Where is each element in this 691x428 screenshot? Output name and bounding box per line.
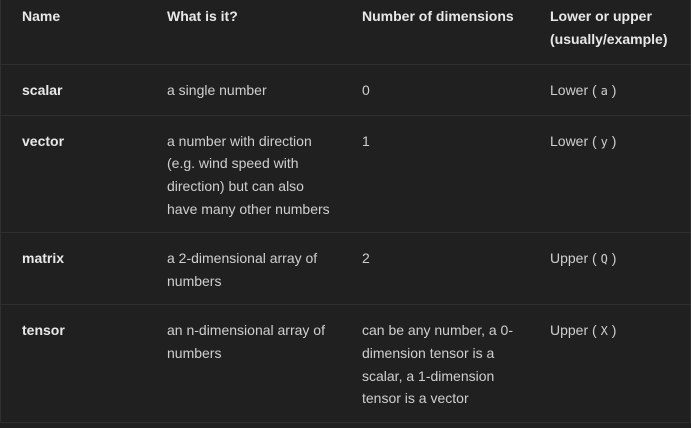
header-case: Lower or upper (usually/example) — [529, 0, 690, 66]
header-dimensions: Number of dimensions — [341, 0, 529, 66]
table-row: scalar a single number 0 Lower ( a ) — [1, 64, 690, 116]
cell-case: Lower ( a ) — [529, 64, 690, 116]
cell-case: Upper ( Q ) — [529, 232, 690, 306]
case-word: Lower — [550, 132, 589, 149]
cell-dimensions: 2 — [341, 232, 529, 306]
table-body: scalar a single number 0 Lower ( a ) vec… — [1, 64, 690, 423]
cell-dimensions: can be any number, a 0-dimension tensor … — [341, 304, 529, 423]
case-word: Upper — [550, 322, 589, 339]
cell-name: scalar — [1, 64, 146, 116]
cell-name: matrix — [1, 232, 146, 306]
table-row: matrix a 2-dimensional array of numbers … — [1, 232, 690, 306]
case-example-code: X — [600, 324, 608, 339]
cell-what: a 2-dimensional array of numbers — [146, 232, 341, 306]
cell-case: Upper ( X ) — [529, 304, 690, 423]
cell-what: a single number — [146, 64, 341, 116]
case-example-code: a — [600, 84, 608, 99]
cell-what: a number with direction (e.g. wind speed… — [146, 115, 341, 234]
table-header: Name What is it? Number of dimensions Lo… — [1, 0, 690, 66]
case-example-code: Q — [600, 252, 608, 267]
cell-dimensions: 0 — [341, 64, 529, 116]
cell-what: an n-dimensional array of numbers — [146, 304, 341, 423]
cell-dimensions: 1 — [341, 115, 529, 234]
header-name: Name — [1, 0, 146, 66]
header-row: Name What is it? Number of dimensions Lo… — [1, 0, 690, 66]
table-row: vector a number with direction (e.g. win… — [1, 115, 690, 234]
cell-name: vector — [1, 115, 146, 234]
tensor-types-table: Name What is it? Number of dimensions Lo… — [0, 0, 691, 423]
case-word: Upper — [550, 250, 589, 267]
cell-name: tensor — [1, 304, 146, 423]
table-row: tensor an n-dimensional array of numbers… — [1, 304, 690, 423]
case-word: Lower — [550, 82, 589, 99]
cell-case: Lower ( y ) — [529, 115, 690, 234]
case-example-code: y — [600, 134, 608, 149]
header-what: What is it? — [146, 0, 341, 66]
